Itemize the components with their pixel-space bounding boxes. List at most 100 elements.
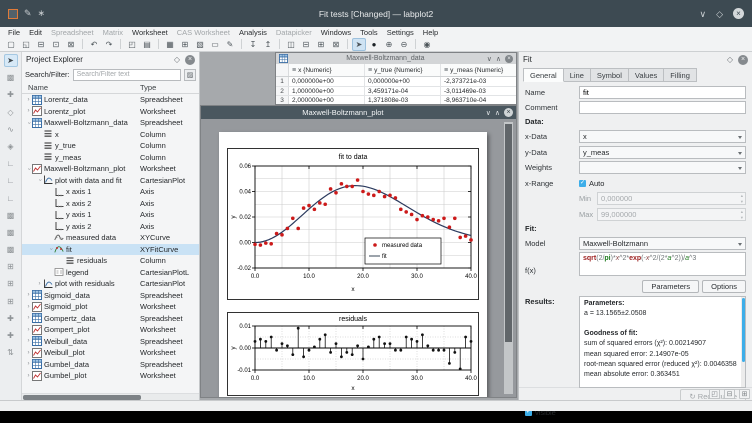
plot-window-shade-icon[interactable]: ∨ (486, 109, 491, 117)
sheet-cell[interactable]: 0,000000e+00 (365, 77, 441, 86)
tree-row[interactable]: ›Weibull_plotWorksheet (22, 347, 199, 359)
subwindow-close-icon[interactable]: × (505, 55, 513, 63)
tree-row[interactable]: ›Weibull_dataSpreadsheet (22, 336, 199, 348)
data-diamond-icon[interactable]: ◈ (4, 140, 18, 153)
tree-expander-icon[interactable]: › (25, 361, 32, 367)
select-region-icon[interactable]: ⊞ (4, 260, 18, 273)
crosshair-icon[interactable]: ✚ (4, 88, 18, 101)
new-note-icon[interactable]: ▭ (208, 38, 222, 51)
parameters-button[interactable]: Parameters (642, 280, 699, 293)
close-panel-icon[interactable]: × (185, 55, 195, 65)
import-file-icon[interactable]: ↧ (246, 38, 260, 51)
options-button[interactable]: Options (702, 280, 746, 293)
float-panel-icon[interactable]: ◇ (174, 55, 180, 64)
tree-expander-icon[interactable]: › (26, 165, 32, 172)
subwindow-shade-icon[interactable]: ∨ (487, 55, 492, 63)
open-folder-icon[interactable]: ◱ (19, 38, 33, 51)
tree-row[interactable]: ›plot with data and fitCartesianPlot (22, 175, 199, 187)
new-worksheet-icon[interactable]: ▧ (193, 38, 207, 51)
tree-expander-icon[interactable]: › (37, 177, 43, 184)
tree-expander-icon[interactable]: › (25, 373, 32, 379)
x-data-combobox[interactable]: x (579, 130, 746, 143)
residuals-chart[interactable]: residuals0.010.020.030.040.0-0.010.000.0… (227, 312, 479, 396)
zoom-mouse-icon[interactable]: ● (367, 38, 381, 51)
sheet-row-number[interactable]: 2 (276, 87, 289, 96)
tree-row[interactable]: ›Gompert_plotWorksheet (22, 324, 199, 336)
zoom-in-icon[interactable]: ⊕ (382, 38, 396, 51)
insert-region-icon[interactable]: ⊞ (4, 277, 18, 290)
tree-row[interactable]: xColumn (22, 129, 199, 141)
name-field[interactable] (579, 86, 746, 99)
float-dock-icon[interactable]: ◇ (727, 55, 733, 64)
shape-icon[interactable]: ◇ (4, 106, 18, 119)
zoom-region-1-icon[interactable]: ▩ (4, 209, 18, 222)
sheet-cell[interactable]: 3,459171e-04 (365, 87, 441, 96)
explorer-horizontal-scrollbar[interactable] (22, 393, 199, 400)
axis-bottom-icon[interactable]: ∟ (4, 157, 18, 170)
select-arrow-icon[interactable]: ➤ (4, 54, 18, 67)
align-vertical-icon[interactable]: ✚ (4, 329, 18, 342)
tab-line[interactable]: Line (564, 68, 591, 82)
tree-row[interactable]: ›Lorentz_plotWorksheet (22, 106, 199, 118)
comment-field[interactable] (579, 101, 746, 114)
minimize-button[interactable]: ∨ (699, 9, 706, 19)
tree-row[interactable]: ›Sigmoid_plotWorksheet (22, 301, 199, 313)
column-header-type[interactable]: Type (140, 83, 156, 92)
menu-analysis[interactable]: Analysis (235, 28, 271, 37)
tree-row[interactable]: y axis 1Axis (22, 209, 199, 221)
menu-worksheet[interactable]: Worksheet (128, 28, 172, 37)
tree-expander-icon[interactable]: › (25, 350, 32, 356)
sheet-column-header[interactable]: ≡y_meas {Numeric} (441, 64, 517, 76)
move-region-icon[interactable]: ⊞ (4, 295, 18, 308)
tree-row[interactable]: ›Gompertz_dataSpreadsheet (22, 313, 199, 325)
menu-windows[interactable]: Windows (317, 28, 355, 37)
sheet-cell[interactable]: -8,963710e-04 (441, 96, 517, 105)
results-scrollbar[interactable] (741, 297, 745, 387)
sheet-column-header[interactable]: ≡x {Numeric} (289, 64, 365, 76)
scale-auto-icon[interactable]: ⇅ (4, 346, 18, 359)
spreadsheet-window[interactable]: Maxwell-Boltzmann_data ∨ ∧ × ≡x {Numeric… (275, 52, 517, 105)
close-button[interactable]: × (733, 8, 744, 19)
tree-row[interactable]: ›Lorentz_dataSpreadsheet (22, 94, 199, 106)
sheet-cell[interactable]: 1,371808e-03 (365, 96, 441, 105)
tree-expander-icon[interactable]: › (48, 246, 54, 253)
undo-icon[interactable]: ↶ (87, 38, 101, 51)
select-arrow-icon[interactable]: ➤ (352, 38, 366, 51)
menu-tools[interactable]: Tools (356, 28, 382, 37)
maximize-button[interactable]: ◇ (716, 9, 723, 19)
y-data-combobox[interactable]: y_meas (579, 146, 746, 159)
print-icon[interactable]: ⊡ (49, 38, 63, 51)
weights-combobox[interactable] (579, 161, 746, 174)
horizontal-layout-icon[interactable]: ⊟ (299, 38, 313, 51)
magnification-icon[interactable]: ◉ (420, 38, 434, 51)
subwindow-restore-icon[interactable]: ∧ (496, 55, 501, 63)
tree-row[interactable]: ›Maxwell-Boltzmann_plotWorksheet (22, 163, 199, 175)
axis-corner-icon[interactable]: ∟ (4, 192, 18, 205)
tree-row[interactable]: y axis 2Axis (22, 221, 199, 233)
tree-row[interactable]: ›fitXYFitCurve (22, 244, 199, 256)
tree-expander-icon[interactable]: › (25, 108, 32, 114)
save-icon[interactable]: ⊟ (34, 38, 48, 51)
menu-edit[interactable]: Edit (25, 28, 46, 37)
tree-row[interactable]: residualsColumn (22, 255, 199, 267)
tree-expander-icon[interactable]: › (25, 315, 32, 321)
min-spinbox[interactable]: 0,000000 (597, 192, 746, 205)
zoom-region-2-icon[interactable]: ▩ (4, 226, 18, 239)
zoom-region-3-icon[interactable]: ▩ (4, 243, 18, 256)
break-layout-icon[interactable]: ⊠ (329, 38, 343, 51)
worksheet-page[interactable]: fit to data0.010.020.030.040.0-0.020.000… (219, 132, 487, 398)
folder-icon[interactable]: ◰ (709, 389, 720, 399)
new-workbook-icon[interactable]: ▤ (140, 38, 154, 51)
plot-window-close-icon[interactable]: × (504, 108, 513, 117)
worksheet-vertical-scrollbar[interactable] (504, 122, 513, 394)
axis-left-icon[interactable]: ∟ (4, 174, 18, 187)
tree-row[interactable]: ›plot with residualsCartesianPlot (22, 278, 199, 290)
formula-box[interactable]: sqrt(2/pi)*x^2*exp(-x^2/(2*a^2))/a^3 (579, 252, 746, 276)
zoom-out-icon[interactable]: ⊖ (397, 38, 411, 51)
search-filter-input[interactable] (73, 69, 181, 81)
model-combobox[interactable]: Maxwell-Boltzmann (579, 237, 746, 250)
menu-file[interactable]: File (4, 28, 24, 37)
tree-row[interactable]: x axis 2Axis (22, 198, 199, 210)
tree-expander-icon[interactable]: › (25, 327, 32, 333)
tree-row[interactable]: ›Sigmoid_dataSpreadsheet (22, 290, 199, 302)
